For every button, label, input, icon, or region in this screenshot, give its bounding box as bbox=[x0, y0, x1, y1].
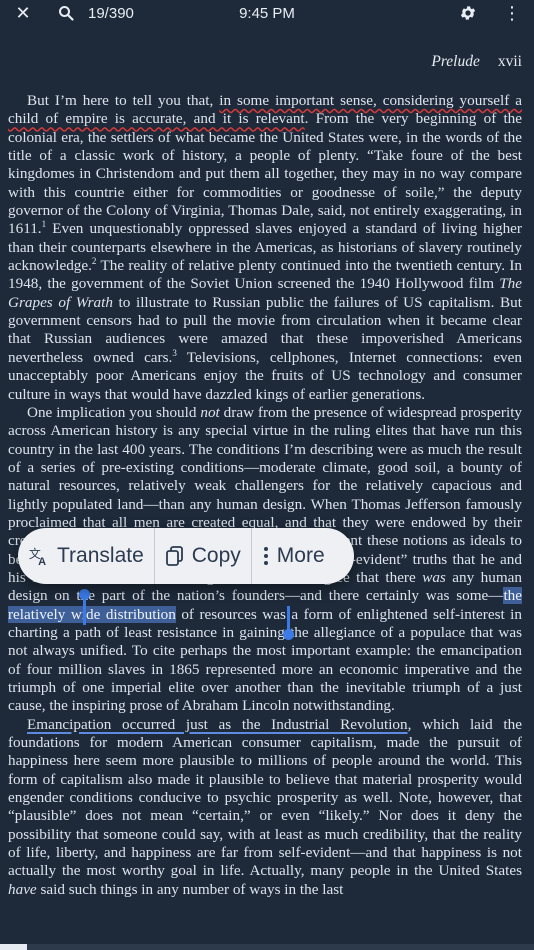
underline-highlight[interactable]: Emancipation occurred just as the Indust… bbox=[27, 716, 408, 733]
reading-progress-fill bbox=[0, 944, 27, 950]
selection-start-handle[interactable] bbox=[79, 589, 90, 625]
gear-icon[interactable] bbox=[459, 0, 477, 26]
more-menu-icon[interactable]: ⋮ bbox=[502, 0, 522, 26]
page-number: xvii bbox=[497, 53, 522, 70]
running-header: Prelude xvii bbox=[431, 53, 522, 71]
paragraph[interactable]: Emancipation occurred just as the Indust… bbox=[8, 716, 522, 899]
translate-button[interactable]: 文A Translate bbox=[18, 528, 154, 584]
more-button[interactable]: More bbox=[252, 528, 335, 584]
svg-text:A: A bbox=[38, 556, 46, 567]
close-icon[interactable]: ✕ bbox=[14, 0, 32, 26]
location-indicator[interactable]: 19/390 bbox=[88, 0, 134, 26]
book-text[interactable]: But I’m here to tell you that, in some i… bbox=[8, 92, 522, 899]
copy-button[interactable]: Copy bbox=[155, 528, 251, 584]
vertical-dots-icon bbox=[263, 547, 268, 565]
selection-end-handle[interactable] bbox=[283, 606, 294, 640]
selection-popup: 文A Translate Copy More bbox=[18, 528, 354, 584]
clock: 9:45 PM bbox=[239, 4, 295, 22]
translate-icon: 文A bbox=[29, 547, 46, 567]
paragraph[interactable]: But I’m here to tell you that, in some i… bbox=[8, 92, 522, 404]
top-bar: ✕ 19/390 9:45 PM ⋮ bbox=[0, 0, 534, 26]
chapter-title: Prelude bbox=[431, 53, 480, 70]
reading-progress-bar[interactable] bbox=[0, 944, 534, 950]
copy-icon bbox=[165, 546, 183, 566]
search-icon[interactable] bbox=[58, 0, 74, 26]
